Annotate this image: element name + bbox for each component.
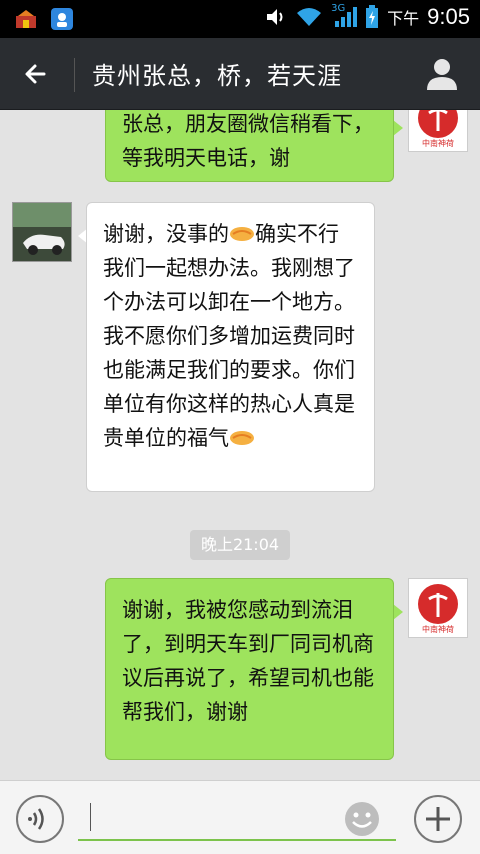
voice-button[interactable]	[16, 795, 64, 843]
message-text: 谢谢，我被您感动到流泪了，到明天车到厂同司机商议后再说了，希望司机也能帮我们，谢…	[122, 598, 374, 724]
smiley-icon[interactable]	[342, 799, 382, 839]
voice-icon	[28, 808, 44, 830]
message-text: 谢谢，没事的	[103, 222, 229, 246]
logo-text: 中南神荷	[422, 624, 454, 634]
signal-icon: 3G	[331, 3, 358, 29]
status-bar-left-icons	[14, 7, 74, 31]
text-caret	[90, 803, 91, 831]
my-avatar[interactable]: 中南神荷	[408, 110, 468, 152]
message-bubble-sent[interactable]: 谢谢，我被您感动到流泪了，到明天车到厂同司机商议后再说了，希望司机也能帮我们，谢…	[105, 578, 394, 760]
status-time: 9:05	[427, 4, 470, 29]
header-divider	[74, 58, 75, 92]
my-avatar[interactable]: 中南神荷	[408, 578, 468, 638]
status-bar: 3G 下午 9:05	[0, 0, 480, 38]
message-text: 张总，朋友圈微信稍看下，等我明天电话，谢	[122, 112, 374, 170]
message-bubble-sent[interactable]: 张总，朋友圈微信稍看下，等我明天电话，谢	[105, 110, 394, 182]
contact-avatar[interactable]	[12, 202, 72, 262]
message-text-continued: 确实不行我们一起想办法。我刚想了个办法可以卸在一个地方。我不愿你们多增加运费同时…	[103, 222, 355, 450]
handshake-emoji-icon	[230, 431, 254, 445]
arrow-left-icon[interactable]	[18, 56, 54, 92]
app-notification-icon-2	[51, 8, 73, 30]
status-ampm: 下午	[387, 9, 420, 28]
chat-header: 贵州张总，桥，若天涯	[0, 38, 480, 110]
handshake-emoji-icon	[230, 227, 254, 241]
wifi-icon	[297, 8, 322, 26]
message-timestamp: 晚上21:04	[190, 530, 290, 560]
volume-icon	[267, 9, 283, 25]
message-bubble-received[interactable]: 谢谢，没事的 确实不行我们一起想办法。我刚想了个办法可以卸在一个地方。我不愿你们多…	[86, 202, 375, 492]
status-bar-right: 3G 下午 9:05	[265, 3, 470, 30]
input-bar	[0, 780, 480, 854]
bubble-tail	[393, 120, 403, 136]
app-notification-icon	[16, 10, 36, 28]
logo-text: 中南神荷	[422, 138, 454, 148]
bubble-tail	[393, 604, 403, 620]
battery-icon	[366, 5, 379, 28]
message-list[interactable]: 中南神荷 张总，朋友圈微信稍看下，等我明天电话，谢 谢谢，没事的 确实不行我们一起…	[0, 110, 480, 780]
chat-title: 贵州张总，桥，若天涯	[92, 62, 342, 90]
plus-button[interactable]	[414, 795, 462, 843]
plus-icon	[426, 807, 450, 831]
person-icon[interactable]	[422, 54, 462, 94]
